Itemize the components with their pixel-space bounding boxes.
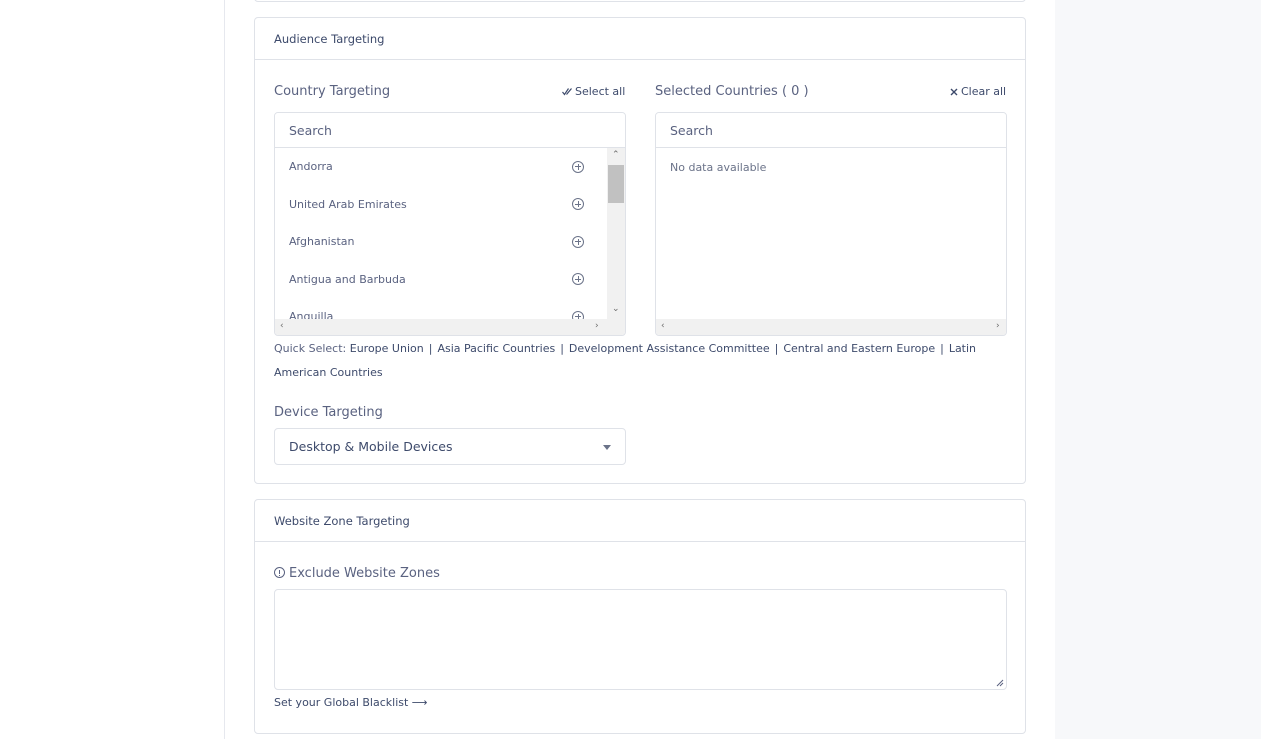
left-gutter bbox=[0, 0, 225, 739]
scroll-right-icon[interactable]: › bbox=[595, 322, 599, 331]
exclude-zones-textarea[interactable] bbox=[274, 589, 1007, 690]
clear-all-button[interactable]: Clear all bbox=[950, 85, 1006, 98]
horizontal-scrollbar[interactable]: ‹ › bbox=[656, 319, 1006, 335]
clear-all-label: Clear all bbox=[961, 85, 1007, 98]
scroll-up-icon[interactable]: ⌃ bbox=[612, 151, 620, 160]
quick-select-central-eastern-europe[interactable]: Central and Eastern Europe bbox=[783, 342, 935, 355]
website-zone-targeting-card: Website Zone Targeting Exclude Website Z… bbox=[254, 499, 1026, 734]
no-data-message: No data available bbox=[670, 161, 767, 174]
country-name: Afghanistan bbox=[289, 235, 355, 249]
card-header: Audience Targeting bbox=[255, 18, 1025, 60]
country-name: Antigua and Barbuda bbox=[289, 272, 406, 286]
scroll-left-icon[interactable]: ‹ bbox=[280, 322, 284, 331]
quick-select-asia-pacific[interactable]: Asia Pacific Countries bbox=[437, 342, 555, 355]
global-blacklist-link[interactable]: Set your Global Blacklist ⟶ bbox=[274, 696, 428, 709]
info-icon bbox=[274, 567, 285, 578]
country-item[interactable]: Anguilla bbox=[275, 298, 606, 319]
selected-search-input[interactable] bbox=[656, 113, 1006, 148]
double-check-icon bbox=[562, 87, 572, 96]
quick-select-dac[interactable]: Development Assistance Committee bbox=[569, 342, 770, 355]
exclude-zones-label: Exclude Website Zones bbox=[274, 566, 440, 581]
country-item[interactable]: Andorra bbox=[275, 148, 606, 186]
device-select-value: Desktop & Mobile Devices bbox=[289, 439, 453, 454]
country-list: Andorra United Arab Emirates Afghanistan… bbox=[275, 148, 606, 319]
resize-handle-icon[interactable] bbox=[996, 679, 1004, 687]
country-name: Andorra bbox=[289, 160, 333, 174]
add-circle-icon[interactable] bbox=[572, 273, 584, 286]
add-circle-icon[interactable] bbox=[572, 198, 584, 211]
quick-select-label: Quick Select: bbox=[274, 342, 347, 355]
country-item[interactable]: United Arab Emirates bbox=[275, 186, 606, 224]
separator: | bbox=[560, 342, 564, 355]
scroll-right-icon[interactable]: › bbox=[996, 322, 1000, 331]
country-item[interactable]: Antigua and Barbuda bbox=[275, 261, 606, 299]
selected-countries-box: No data available ‹ › bbox=[655, 112, 1007, 336]
separator: | bbox=[940, 342, 944, 355]
country-item[interactable]: Afghanistan bbox=[275, 223, 606, 261]
separator: | bbox=[774, 342, 779, 355]
right-gutter bbox=[1055, 0, 1261, 739]
scrollbar-thumb[interactable] bbox=[608, 165, 624, 203]
caret-down-icon bbox=[603, 445, 611, 450]
audience-targeting-card: Audience Targeting Country Targeting Sel… bbox=[254, 17, 1026, 484]
country-targeting-label: Country Targeting bbox=[274, 84, 391, 99]
exclude-zones-text: Exclude Website Zones bbox=[289, 566, 440, 581]
horizontal-scrollbar[interactable]: ‹ › bbox=[275, 319, 625, 335]
separator: | bbox=[428, 342, 433, 355]
close-icon bbox=[950, 88, 958, 95]
add-circle-icon[interactable] bbox=[572, 310, 584, 319]
quick-select: Quick Select: Europe Union | Asia Pacific … bbox=[274, 337, 1014, 385]
previous-card bbox=[254, 0, 1026, 2]
vertical-scrollbar[interactable]: ⌃ ⌄ bbox=[607, 148, 625, 319]
device-targeting-label: Device Targeting bbox=[274, 405, 383, 420]
scroll-left-icon[interactable]: ‹ bbox=[661, 322, 665, 331]
country-name: United Arab Emirates bbox=[289, 197, 407, 211]
select-all-label: Select all bbox=[575, 85, 626, 98]
add-circle-icon[interactable] bbox=[572, 160, 584, 173]
audience-targeting-title: Audience Targeting bbox=[274, 31, 385, 46]
add-circle-icon[interactable] bbox=[572, 235, 584, 248]
website-zone-title: Website Zone Targeting bbox=[274, 513, 410, 528]
card-header: Website Zone Targeting bbox=[255, 500, 1025, 542]
device-select[interactable]: Desktop & Mobile Devices bbox=[274, 428, 626, 465]
country-list-box: Andorra United Arab Emirates Afghanistan… bbox=[274, 112, 626, 336]
country-name: Anguilla bbox=[289, 310, 334, 319]
selected-countries-label: Selected Countries ( 0 ) bbox=[655, 84, 809, 99]
select-all-button[interactable]: Select all bbox=[562, 85, 625, 98]
scroll-down-icon[interactable]: ⌄ bbox=[612, 305, 620, 314]
country-search-input[interactable] bbox=[275, 113, 625, 148]
quick-select-europe-union[interactable]: Europe Union bbox=[350, 342, 424, 355]
